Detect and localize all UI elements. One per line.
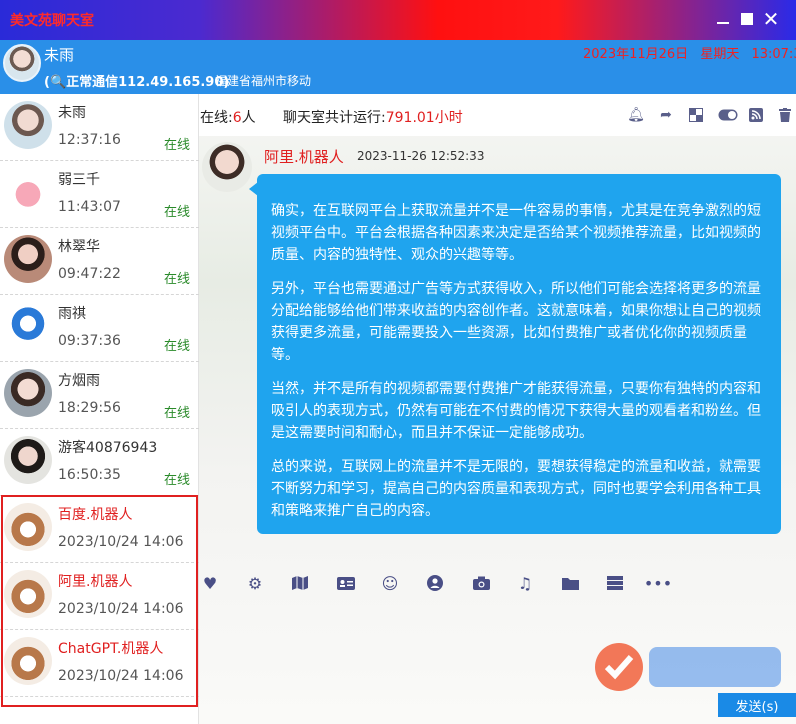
uptime-label: 聊天室共计运行: (283, 110, 386, 126)
contact-time: 16:50:35 (58, 467, 121, 483)
avatar[interactable] (3, 44, 41, 82)
contact-time: 2023/10/24 14:06 (58, 601, 184, 617)
message-bubble: 确实，在互联网平台上获取流量并不是一件容易的事情，尤其是在竞争激烈的短视频平台中… (249, 174, 781, 534)
chat-panel: 在线:6人 聊天室共计运行:791.01小时 🔔︎ ➦ 阿里.机器人 2023-… (199, 94, 796, 724)
contact-name: 未雨 (58, 105, 86, 121)
contact-name: 百度.机器人 (58, 507, 133, 523)
message-timestamp: 2023-11-26 12:52:33 (357, 149, 485, 163)
avatar (4, 436, 52, 484)
contact-name: 游客40876943 (58, 440, 158, 456)
chess-icon[interactable] (687, 106, 705, 124)
chat-window: 美文苑聊天室 ✕ 未雨 (🔍正常通信112.49.165.90) 福建省福州市移… (0, 0, 796, 724)
list-item[interactable]: 阿里.机器人 2023/10/24 14:06 (0, 563, 199, 630)
list-item[interactable]: 未雨 12:37:16 在线 (0, 94, 199, 161)
trash-icon[interactable] (776, 106, 794, 124)
contact-time: 18:29:56 (58, 400, 121, 416)
message-paragraph: 当然，并不是所有的视频都需要付费推广才能获得流量，只要你有独特的内容和吸引人的表… (271, 381, 761, 441)
rss-icon[interactable] (747, 106, 765, 124)
map-icon[interactable] (289, 572, 311, 594)
list-item[interactable]: 方烟雨 18:29:56 在线 (0, 362, 199, 429)
list-item[interactable]: ChatGPT.机器人 2023/10/24 14:06 (0, 630, 199, 697)
contact-name: 雨祺 (58, 306, 86, 322)
contact-time: 2023/10/24 14:06 (58, 534, 184, 550)
app-title: 美文苑聊天室 (10, 13, 94, 29)
bell-icon[interactable]: 🔔︎ (627, 106, 645, 124)
status-badge: 在线 (164, 339, 191, 354)
message-paragraph: 确实，在互联网平台上获取流量并不是一件容易的事情，尤其是在竞争激烈的短视频平台中… (271, 203, 761, 263)
datetime: 2023年11月26日 星期天 13:07:36 (583, 43, 796, 62)
contact-time: 11:43:07 (58, 199, 121, 215)
avatar (4, 302, 52, 350)
user-circle-icon[interactable] (424, 572, 446, 594)
id-card-icon[interactable] (335, 572, 357, 594)
message-paragraph: 另外，平台也需要通过广告等方式获得收入，所以他们可能会选择将更多的流量分配给能够… (271, 281, 761, 363)
user-name: 未雨 (44, 46, 75, 64)
uptime: 聊天室共计运行:791.01小时 (283, 107, 463, 127)
server-icon[interactable] (604, 572, 626, 594)
message-sender: 阿里.机器人 (264, 148, 344, 166)
online-number: 6 (232, 110, 242, 126)
list-item[interactable]: 百度.机器人 2023/10/24 14:06 (0, 496, 199, 563)
list-item[interactable]: 雨祺 09:37:36 在线 (0, 295, 199, 362)
online-count: 在线:6人 (200, 107, 256, 127)
title-bar: 美文苑聊天室 ✕ (0, 0, 796, 40)
contact-name: ChatGPT.机器人 (58, 641, 164, 657)
avatar (4, 369, 52, 417)
message-paragraph: 总的来说，互联网上的流量并不是无限的，要想获得稳定的流量和收益，就需要不断努力和… (271, 459, 761, 519)
list-item[interactable]: 弱三千 11:43:07 在线 (0, 161, 199, 228)
heart-icon[interactable]: ♥ (199, 572, 221, 594)
camera-icon[interactable] (470, 572, 492, 594)
location-text: 福建省福州市移动 (215, 74, 312, 88)
connection-status: (🔍正常通信112.49.165.90) (44, 75, 230, 90)
gear-icon[interactable]: ⚙ (244, 572, 266, 594)
avatar[interactable] (202, 142, 252, 192)
time-text: 13:07:36 (751, 47, 796, 62)
weekday-text: 星期天 (700, 47, 740, 62)
online-label: 在线: (200, 110, 233, 126)
contact-time: 2023/10/24 14:06 (58, 668, 184, 684)
smile-icon[interactable]: ☺ (379, 572, 401, 594)
maximize-icon[interactable] (736, 8, 758, 30)
contact-list: 未雨 12:37:16 在线 弱三千 11:43:07 在线 林翠华 09:47… (0, 94, 199, 724)
status-badge: 在线 (164, 205, 191, 220)
status-badge: 在线 (164, 406, 191, 421)
music-icon[interactable]: ♫ (514, 572, 536, 594)
status-badge: 在线 (164, 473, 191, 488)
contact-name: 弱三千 (58, 172, 100, 188)
avatar (4, 637, 52, 685)
minimize-icon[interactable] (712, 8, 734, 30)
avatar (4, 503, 52, 551)
contact-name: 方烟雨 (58, 373, 100, 389)
close-icon[interactable]: ✕ (760, 7, 782, 31)
contact-time: 09:47:22 (58, 266, 121, 282)
toggle-icon[interactable] (717, 106, 739, 124)
status-badge: 在线 (164, 272, 191, 287)
watermark-logo (591, 629, 791, 699)
avatar (4, 570, 52, 618)
list-item[interactable]: 林翠华 09:47:22 在线 (0, 228, 199, 295)
more-icon[interactable]: ••• (644, 572, 672, 594)
avatar (4, 235, 52, 283)
avatar (4, 101, 52, 149)
contact-time: 09:37:36 (58, 333, 121, 349)
send-button[interactable]: 发送(s) (718, 693, 796, 717)
share-icon[interactable]: ➦ (657, 106, 675, 124)
avatar (4, 168, 52, 216)
input-toolbar: ♥ ⚙ ☺ ♫ ••• (199, 572, 796, 596)
contact-time: 12:37:16 (58, 132, 121, 148)
chat-toolbar: 在线:6人 聊天室共计运行:791.01小时 🔔︎ ➦ (199, 94, 796, 136)
contact-name: 林翠华 (58, 239, 100, 255)
online-unit: 人 (241, 110, 256, 126)
list-item[interactable]: 游客40876943 16:50:35 在线 (0, 429, 199, 496)
status-badge: 在线 (164, 138, 191, 153)
date-text: 2023年11月26日 (583, 47, 689, 62)
contact-name: 阿里.机器人 (58, 574, 133, 590)
user-header: 未雨 (🔍正常通信112.49.165.90) 福建省福州市移动 2023年11… (0, 40, 796, 94)
folder-icon[interactable] (559, 572, 581, 594)
uptime-value: 791.01小时 (385, 110, 463, 126)
